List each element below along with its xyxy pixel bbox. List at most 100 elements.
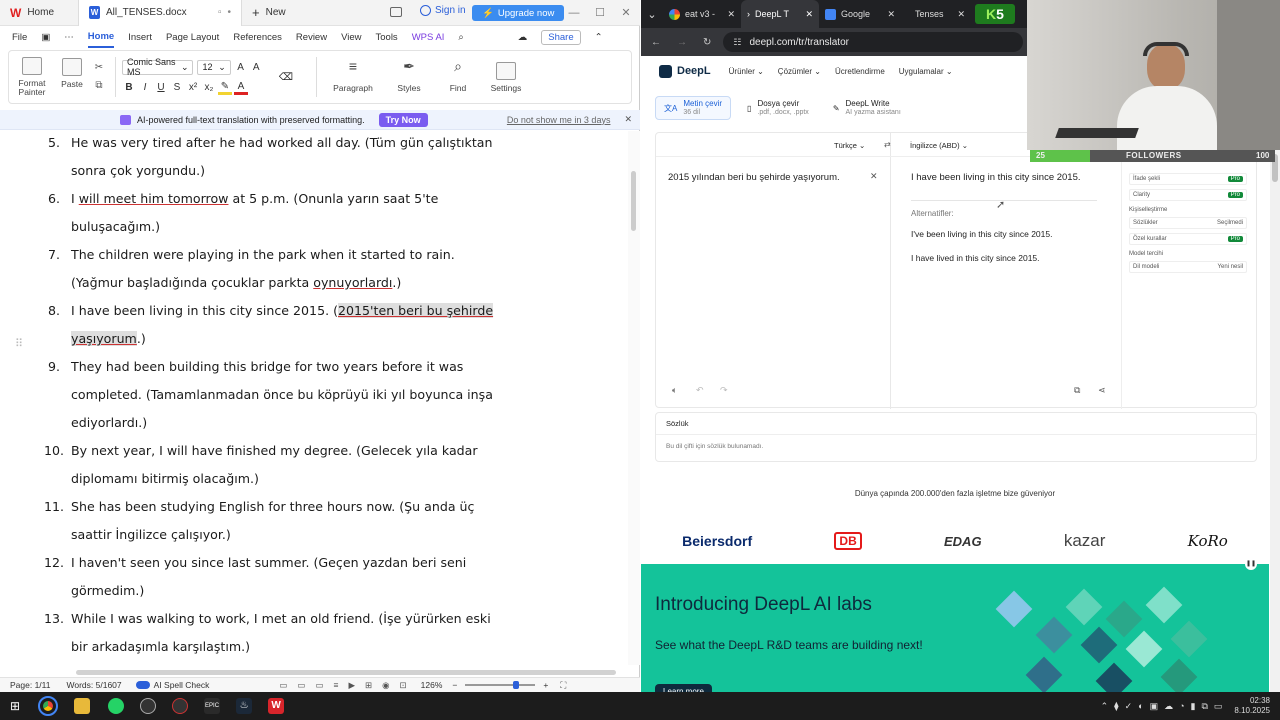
- system-tray-icons[interactable]: ⌃⧫✓◐▣☁◔▮⧉▭: [1101, 701, 1229, 712]
- nav-products[interactable]: Ürünler ⌄: [729, 67, 764, 76]
- tab-pin-icon[interactable]: ▫: [218, 7, 222, 18]
- cut-icon[interactable]: ✂: [89, 59, 109, 77]
- learn-more-button[interactable]: Learn more: [655, 684, 712, 692]
- nav-solutions[interactable]: Çözümler ⌄: [778, 67, 821, 76]
- bold-icon[interactable]: B: [122, 82, 136, 93]
- nav-apps[interactable]: Uygulamalar ⌄: [899, 67, 953, 76]
- search-icon[interactable]: ⌕: [458, 26, 463, 48]
- tab-document[interactable]: W All_TENSES.docx ▫ •: [78, 0, 242, 26]
- copy-icon[interactable]: ⧉: [1074, 385, 1080, 396]
- speaker-icon[interactable]: 🔈︎: [672, 385, 677, 396]
- share-button[interactable]: Share: [541, 29, 581, 45]
- font-size-select[interactable]: 12 ⌄: [197, 59, 231, 75]
- chrome-tab-tenses[interactable]: Tenses ✕: [901, 0, 971, 28]
- tab-search-icon[interactable]: ⌄: [641, 8, 663, 21]
- zoom-slider[interactable]: [465, 681, 536, 689]
- tab-home[interactable]: W Home: [0, 0, 78, 26]
- sign-in-button[interactable]: Sign in: [420, 5, 466, 16]
- model-select[interactable]: Dil modeli Yeni nesil: [1129, 261, 1247, 273]
- close-tab-icon[interactable]: ✕: [727, 9, 735, 20]
- epic-games-icon[interactable]: EPIC: [204, 698, 221, 714]
- vertical-scrollbar[interactable]: [628, 131, 640, 665]
- settings-button[interactable]: Settings: [481, 61, 531, 93]
- copy-icon[interactable]: ⧉: [89, 77, 109, 95]
- chrome-tab-1[interactable]: eat v3 - ✕: [663, 0, 741, 28]
- glossary-select[interactable]: Sözlükler Seçilmedi: [1129, 217, 1247, 229]
- swap-languages-icon[interactable]: ⇄: [884, 140, 891, 149]
- page-scrollbar[interactable]: [1270, 150, 1280, 692]
- try-now-button[interactable]: Try Now: [378, 112, 428, 127]
- menu-page-layout[interactable]: Page Layout: [166, 26, 219, 48]
- view-mode-icons[interactable]: ▭▭▭≡▶⊞◉⊡: [279, 680, 416, 691]
- grow-font-icon[interactable]: A: [235, 62, 247, 73]
- steam-icon[interactable]: ♨: [236, 698, 253, 714]
- mode-deepl-write[interactable]: ✎ DeepL Write AI yazma asistanı: [825, 96, 909, 120]
- mode-file-translate[interactable]: ▯ Dosya çevir .pdf, .docx, .pptx: [739, 96, 817, 120]
- file-explorer-icon[interactable]: [74, 698, 91, 714]
- italic-icon[interactable]: I: [138, 82, 152, 93]
- dismiss-link[interactable]: Do not show me in 3 days: [507, 115, 611, 125]
- clear-format-icon[interactable]: ⌫: [262, 72, 310, 83]
- shrink-font-icon[interactable]: A: [250, 62, 262, 73]
- menu-home[interactable]: Home: [87, 26, 115, 48]
- menu-view[interactable]: View: [341, 26, 361, 48]
- reload-icon[interactable]: ↻: [703, 37, 711, 48]
- word-count[interactable]: Words: 5/1607: [67, 680, 122, 690]
- sidebar-item[interactable]: İfade şekli Pro: [1129, 173, 1247, 185]
- back-icon[interactable]: ←: [651, 37, 661, 48]
- menu-wps-ai[interactable]: WPS AI: [412, 26, 445, 48]
- alternative-item[interactable]: I've been living in this city since 2015…: [911, 229, 1052, 239]
- mode-text-translate[interactable]: 文A Metin çevir 36 dil: [655, 96, 732, 120]
- obs-icon[interactable]: [172, 698, 189, 714]
- close-tab-icon[interactable]: ✕: [957, 9, 965, 20]
- source-language-select[interactable]: Türkçe ⌄: [834, 141, 865, 150]
- paste-button[interactable]: Paste: [55, 57, 89, 89]
- share-icon[interactable]: ⋖: [1098, 385, 1106, 396]
- wps-taskbar-icon[interactable]: W: [268, 698, 285, 714]
- chrome-tab-google[interactable]: Google ✕: [819, 0, 901, 28]
- window-layout-icon[interactable]: [390, 7, 402, 17]
- nav-pricing[interactable]: Ücretlendirme: [835, 67, 885, 76]
- fullscreen-icon[interactable]: ⛶: [560, 680, 566, 691]
- document-body[interactable]: 5. He was very tired after he had worked…: [0, 131, 626, 665]
- target-language-select[interactable]: İngilizce (ABD) ⌄: [910, 141, 968, 150]
- target-text[interactable]: I have been living in this city since 20…: [911, 172, 1081, 183]
- paragraph-button[interactable]: ≡ Paragraph: [323, 59, 383, 93]
- drag-handle-icon[interactable]: ⠿: [15, 337, 23, 350]
- more-icon[interactable]: ⋯: [64, 26, 74, 48]
- highlight-icon[interactable]: ✎: [218, 81, 232, 95]
- spell-check-toggle[interactable]: [135, 681, 150, 689]
- windows-start-icon[interactable]: ⊞: [10, 699, 20, 713]
- menu-tools[interactable]: Tools: [376, 26, 398, 48]
- horizontal-scrollbar[interactable]: [76, 670, 616, 675]
- superscript-icon[interactable]: x²: [186, 82, 200, 93]
- close-notice-icon[interactable]: ✕: [624, 114, 632, 125]
- sidebar-item[interactable]: Özel kurallar Pro: [1129, 233, 1247, 245]
- redo-icon[interactable]: ↷: [720, 385, 728, 396]
- close-tab-icon[interactable]: ✕: [805, 9, 813, 20]
- font-family-select[interactable]: Comic Sans MS ⌄: [122, 57, 194, 77]
- forward-icon[interactable]: →: [677, 37, 687, 48]
- tab-dot-icon[interactable]: •: [227, 7, 231, 18]
- alternative-item[interactable]: I have lived in this city since 2015.: [911, 253, 1040, 263]
- scroll-thumb[interactable]: [631, 171, 636, 231]
- save-icon[interactable]: ▣: [41, 26, 50, 48]
- zoom-out-icon[interactable]: −: [452, 680, 457, 690]
- whatsapp-icon[interactable]: [108, 698, 125, 714]
- menu-review[interactable]: Review: [296, 26, 327, 48]
- font-color-icon[interactable]: A: [234, 81, 248, 95]
- close-icon[interactable]: ✕: [618, 5, 634, 21]
- menu-file[interactable]: File: [12, 26, 27, 48]
- close-tab-icon[interactable]: ✕: [887, 9, 895, 20]
- maximize-icon[interactable]: ☐: [592, 5, 608, 21]
- zoom-in-icon[interactable]: +: [543, 680, 548, 690]
- clear-text-icon[interactable]: ✕: [870, 171, 878, 182]
- cloud-icon[interactable]: ☁: [518, 26, 528, 48]
- page-count[interactable]: Page: 1/11: [10, 680, 51, 690]
- address-bar[interactable]: ☷ deepl.com/tr/translator: [723, 32, 1024, 52]
- styles-button[interactable]: ✒ Styles: [383, 59, 435, 93]
- site-info-icon[interactable]: ☷: [733, 37, 741, 48]
- sidebar-item[interactable]: Clarity Pro: [1129, 189, 1247, 201]
- media-player-icon[interactable]: [140, 698, 157, 714]
- chrome-taskbar-icon[interactable]: [38, 696, 59, 716]
